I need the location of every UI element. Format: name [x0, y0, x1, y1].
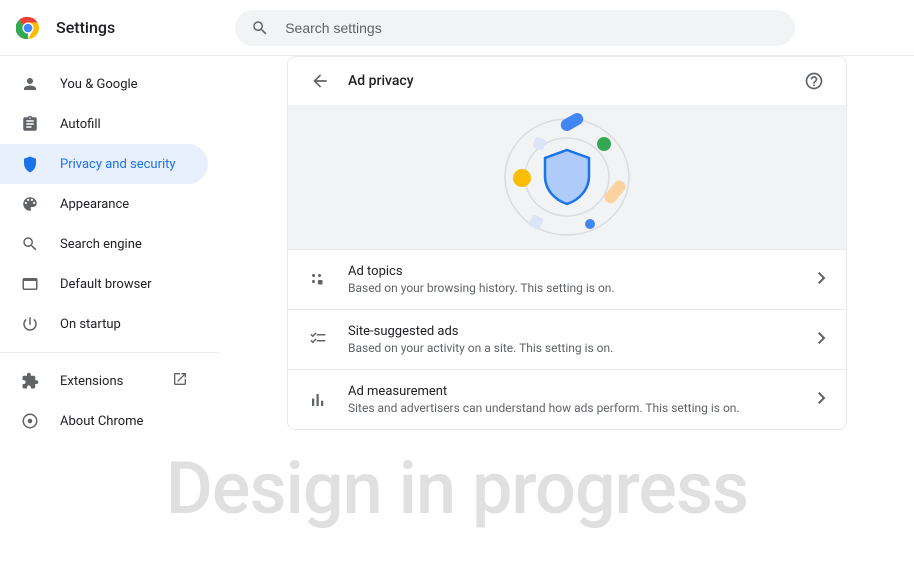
extension-icon [20, 372, 40, 390]
sidebar-item-label: Autofill [60, 117, 101, 132]
help-button[interactable] [798, 65, 830, 97]
search-input[interactable] [285, 20, 779, 36]
row-title: Site-suggested ads [348, 324, 818, 339]
sidebar-item-privacy-security[interactable]: Privacy and security [0, 144, 208, 184]
nav-divider [0, 352, 220, 353]
search-icon [20, 235, 40, 253]
sidebar-item-you-and-google[interactable]: You & Google [0, 64, 208, 104]
content-area: Ad privacy [220, 56, 914, 441]
help-icon [804, 71, 824, 91]
sidebar-item-label: You & Google [60, 77, 138, 92]
sidebar-item-extensions[interactable]: Extensions [0, 361, 208, 401]
row-subtitle: Based on your browsing history. This set… [348, 281, 818, 295]
clipboard-icon [20, 115, 40, 133]
bars-icon [308, 391, 328, 409]
open-external-icon [172, 371, 188, 391]
row-subtitle: Based on your activity on a site. This s… [348, 341, 818, 355]
panel-header: Ad privacy [288, 57, 846, 105]
sidebar-item-label: Default browser [60, 277, 152, 292]
sidebar-item-label: About Chrome [60, 414, 143, 429]
arrow-back-icon [310, 71, 330, 91]
sidebar-item-label: Privacy and security [60, 157, 176, 172]
hero-illustration [288, 105, 846, 249]
sidebar-item-on-startup[interactable]: On startup [0, 304, 208, 344]
topbar: Settings [0, 0, 914, 56]
search-icon [251, 19, 269, 37]
page-title: Settings [56, 18, 115, 37]
row-subtitle: Sites and advertisers can understand how… [348, 401, 818, 415]
checklist-icon [308, 331, 328, 349]
sidebar-item-label: On startup [60, 317, 121, 332]
search-box[interactable] [235, 10, 795, 46]
chrome-logo-icon [16, 16, 40, 40]
sidebar-item-default-browser[interactable]: Default browser [0, 264, 208, 304]
row-title: Ad measurement [348, 384, 818, 399]
watermark-text: Design in progress [0, 446, 914, 531]
sidebar-item-about-chrome[interactable]: About Chrome [0, 401, 208, 441]
row-title: Ad topics [348, 264, 818, 279]
power-icon [20, 315, 40, 333]
person-icon [20, 75, 40, 93]
sidebar-item-autofill[interactable]: Autofill [0, 104, 208, 144]
row-ad-measurement[interactable]: Ad measurement Sites and advertisers can… [288, 369, 846, 429]
browser-icon [20, 275, 40, 293]
chrome-icon [20, 412, 40, 430]
settings-panel: Ad privacy [287, 56, 847, 430]
sidebar-item-label: Appearance [60, 197, 129, 212]
panel-title: Ad privacy [348, 73, 798, 89]
sidebar-item-appearance[interactable]: Appearance [0, 184, 208, 224]
sidebar-item-label: Extensions [60, 374, 123, 389]
back-button[interactable] [304, 65, 336, 97]
topics-icon [308, 271, 328, 289]
row-site-suggested-ads[interactable]: Site-suggested ads Based on your activit… [288, 309, 846, 369]
chevron-right-icon [818, 392, 826, 408]
sidebar-item-search-engine[interactable]: Search engine [0, 224, 208, 264]
palette-icon [20, 195, 40, 213]
chevron-right-icon [818, 332, 826, 348]
chevron-right-icon [818, 272, 826, 288]
sidebar-item-label: Search engine [60, 237, 142, 252]
row-ad-topics[interactable]: Ad topics Based on your browsing history… [288, 249, 846, 309]
shield-icon [20, 155, 40, 173]
sidebar: You & Google Autofill Privacy and securi… [0, 56, 220, 441]
